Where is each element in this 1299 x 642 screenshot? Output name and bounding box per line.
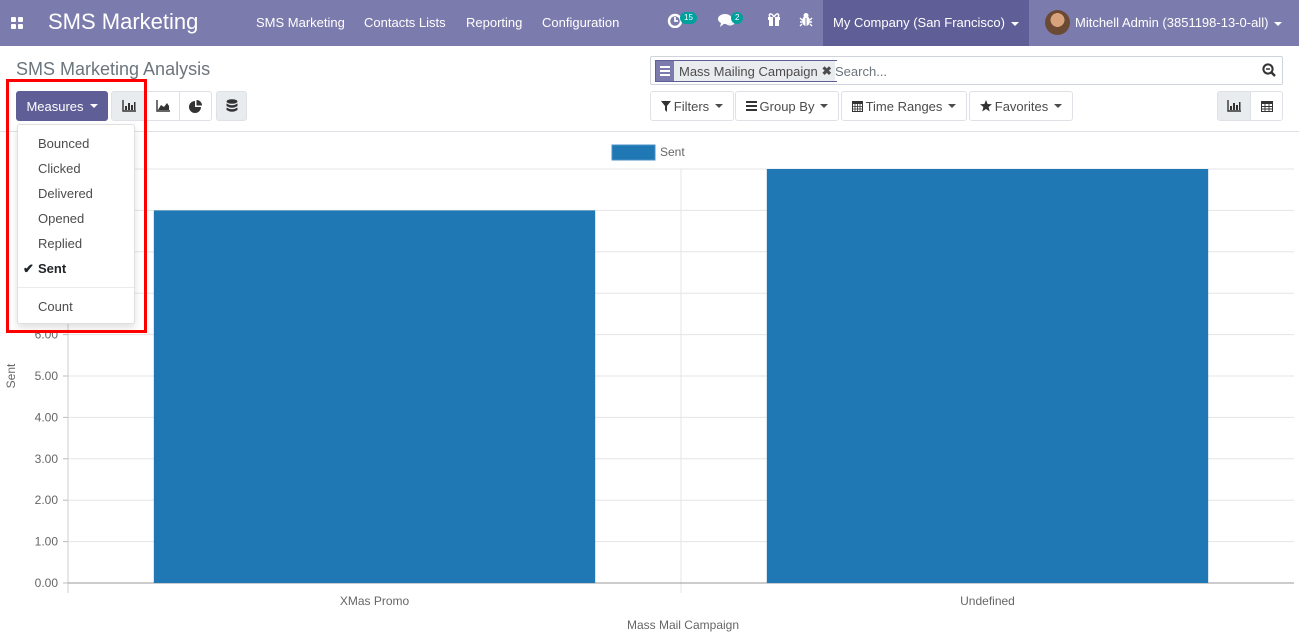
page-title: SMS Marketing Analysis — [16, 59, 211, 79]
calendar-icon — [851, 101, 863, 112]
chevron-down-icon — [715, 104, 724, 108]
measure-bounced[interactable]: Bounced — [18, 131, 134, 156]
measure-label: Sent — [38, 261, 67, 276]
time-ranges-button[interactable]: Time Ranges — [841, 91, 967, 121]
line-chart-button[interactable] — [145, 91, 180, 121]
search-icon[interactable] — [1262, 63, 1276, 77]
y-tick-label: 0.00 — [35, 576, 59, 590]
company-name: My Company (San Francisco) — [833, 15, 1005, 30]
favorites-label: Favorites — [994, 98, 1049, 114]
y-tick-label: 6.00 — [35, 328, 59, 342]
filter-icon — [660, 100, 671, 112]
chevron-down-icon — [1010, 21, 1019, 26]
y-tick-label: 4.00 — [35, 410, 59, 424]
group-by-facet-icon — [656, 61, 674, 81]
measure-label: Delivered — [38, 186, 93, 201]
measures-button[interactable]: Measures — [16, 91, 108, 121]
apps-menu-icon[interactable] — [11, 17, 23, 29]
avatar — [1045, 10, 1070, 35]
checkmark-icon: ✔ — [23, 261, 34, 276]
company-switcher[interactable]: My Company (San Francisco) — [823, 0, 1029, 46]
chevron-down-icon — [1054, 104, 1063, 108]
table-icon — [1260, 100, 1273, 112]
graph-view: 0.001.002.003.004.005.006.007.008.009.00… — [0, 133, 1299, 637]
y-tick-label: 1.00 — [35, 535, 59, 549]
debug-bug-icon[interactable] — [799, 12, 813, 31]
search-facet: Mass Mailing Campaign ✖ — [655, 60, 837, 82]
measure-replied[interactable]: Replied — [18, 231, 134, 256]
y-tick-label: 2.00 — [35, 493, 59, 507]
dropdown-divider — [18, 287, 134, 288]
app-title: SMS Marketing — [48, 9, 199, 34]
pivot-view-button[interactable] — [1250, 91, 1283, 121]
chevron-down-icon — [948, 104, 957, 108]
group-by-label: Group By — [759, 98, 815, 114]
measure-count[interactable]: Count — [18, 294, 134, 319]
menu-contacts-lists[interactable]: Contacts Lists — [364, 15, 446, 30]
legend-label: Sent — [660, 145, 685, 159]
measure-label: Opened — [38, 211, 85, 226]
filters-button[interactable]: Filters — [650, 91, 734, 121]
measure-label: Clicked — [38, 161, 81, 176]
search-input[interactable] — [835, 61, 1235, 81]
y-axis-title: Sent — [4, 363, 18, 388]
search-bar: Mass Mailing Campaign ✖ — [650, 56, 1283, 85]
menu-reporting[interactable]: Reporting — [466, 15, 522, 30]
measure-opened[interactable]: Opened — [18, 206, 134, 231]
measure-delivered[interactable]: Delivered — [18, 181, 134, 206]
bar-chart: 0.001.002.003.004.005.006.007.008.009.00… — [4, 144, 1294, 632]
menu-sms-marketing[interactable]: SMS Marketing — [256, 15, 345, 30]
bars-icon — [745, 101, 757, 111]
measures-label: Measures — [26, 98, 84, 114]
chevron-down-icon — [89, 104, 98, 108]
time-ranges-label: Time Ranges — [865, 98, 943, 114]
activity-badge: 15 — [680, 12, 697, 24]
bar-undefined — [766, 169, 1209, 583]
x-tick-label: XMas Promo — [340, 594, 410, 608]
top-navbar: SMS Marketing SMS Marketing Contacts Lis… — [0, 0, 1299, 46]
gift-icon[interactable] — [767, 12, 781, 31]
measure-clicked[interactable]: Clicked — [18, 156, 134, 181]
stacked-toggle-button[interactable] — [216, 91, 247, 121]
star-icon — [979, 100, 992, 112]
x-tick-label: Undefined — [960, 594, 1015, 608]
chevron-down-icon — [820, 104, 829, 108]
y-tick-label: 3.00 — [35, 452, 59, 466]
user-name: Mitchell Admin (3851198-13-0-all) — [1075, 15, 1269, 30]
facet-remove-icon[interactable]: ✖ — [822, 64, 836, 78]
messages-badge: 2 — [731, 12, 744, 24]
pie-chart-button[interactable] — [179, 91, 212, 121]
bar-chart-icon — [1227, 100, 1241, 112]
measure-label: Bounced — [38, 136, 90, 151]
bar-chart-button[interactable] — [111, 91, 146, 121]
favorites-button[interactable]: Favorites — [969, 91, 1073, 121]
legend-swatch — [611, 144, 656, 161]
measure-sent[interactable]: ✔ Sent — [18, 256, 134, 281]
menu-configuration[interactable]: Configuration — [542, 15, 619, 30]
filters-label: Filters — [673, 98, 710, 114]
chevron-down-icon — [1274, 21, 1283, 26]
x-axis-title: Mass Mail Campaign — [627, 618, 739, 632]
bar-chart-icon — [121, 100, 136, 112]
graph-view-button[interactable] — [1217, 91, 1251, 121]
bar-xmas-promo — [153, 210, 596, 583]
facet-label: Mass Mailing Campaign — [679, 63, 818, 79]
pie-chart-icon — [189, 99, 202, 113]
control-panel: SMS Marketing Analysis Measures Mass Mai… — [0, 46, 1299, 132]
y-tick-label: 5.00 — [35, 369, 59, 383]
group-by-button[interactable]: Group By — [735, 91, 839, 121]
area-chart-icon — [155, 100, 170, 112]
measures-dropdown: Bounced Clicked Delivered Opened Replied… — [17, 124, 135, 324]
measure-label: Count — [38, 299, 73, 314]
database-stack-icon — [226, 99, 237, 112]
measure-label: Replied — [38, 236, 83, 251]
